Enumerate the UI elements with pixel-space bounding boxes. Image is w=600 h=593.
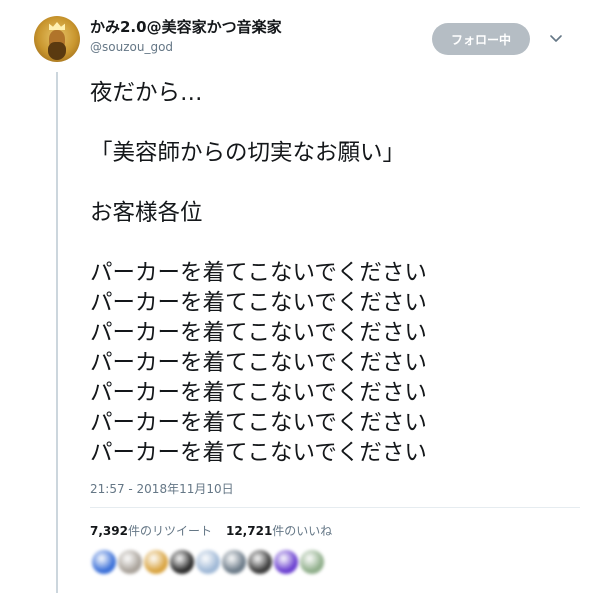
tweet-line: お客様各位 [90,200,203,226]
liker-avatar[interactable] [300,550,324,574]
liker-avatars [92,550,326,574]
avatar-crown [49,22,65,30]
chevron-down-icon[interactable] [548,30,564,46]
tweet-line: パーカーを着てこないでください [90,410,427,436]
tweet-line: パーカーを着てこないでください [90,320,427,346]
liker-avatar[interactable] [144,550,168,574]
tweet-line: パーカーを着てこないでください [90,350,427,376]
liker-avatar[interactable] [170,550,194,574]
tweet-line: 「美容師からの切実なお願い」 [90,140,406,166]
user-handle[interactable]: @souzou_god [90,40,173,54]
tweet-stats: 7,392件のリツイート 12,721件のいいね [90,522,332,539]
avatar-beard [48,42,66,60]
tweet-line: パーカーを着てこないでください [90,380,427,406]
liker-avatar[interactable] [222,550,246,574]
stats-divider [90,507,580,508]
tweet-card: かみ2.0@美容家かつ音楽家 @souzou_god フォロー中 夜だから… 「… [0,0,600,593]
tweet-line: 夜だから… [90,80,203,106]
like-count[interactable]: 12,721件のいいね [226,524,332,538]
liker-avatar[interactable] [274,550,298,574]
tweet-line: パーカーを着てこないでください [90,290,427,316]
retweet-count-label: 件のリツイート [127,524,212,538]
tweet-line: パーカーを着てこないでください [90,260,427,286]
retweet-count-number: 7,392 [90,524,128,538]
thread-line [56,72,58,593]
tweet-timestamp[interactable]: 21:57 - 2018年11月10日 [90,480,234,497]
display-name[interactable]: かみ2.0@美容家かつ音楽家 [90,16,282,37]
liker-avatar[interactable] [118,550,142,574]
liker-avatar[interactable] [196,550,220,574]
following-button[interactable]: フォロー中 [432,23,530,55]
avatar[interactable] [34,16,80,62]
tweet-line: パーカーを着てこないでください [90,440,427,466]
like-count-label: 件のいいね [272,524,333,538]
tweet-text: 夜だから… 「美容師からの切実なお願い」 お客様各位 パーカーを着てこないでくだ… [90,78,590,468]
like-count-number: 12,721 [225,524,273,538]
liker-avatar[interactable] [248,550,272,574]
retweet-count[interactable]: 7,392件のリツイート [90,524,212,538]
liker-avatar[interactable] [92,550,116,574]
